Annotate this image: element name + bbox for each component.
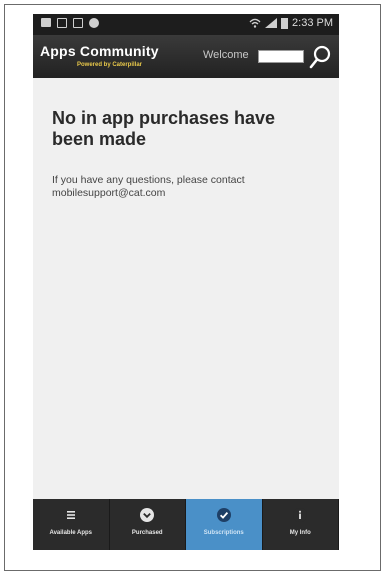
wifi-icon [249, 18, 261, 28]
screenshot-icon [57, 18, 67, 28]
check-icon [216, 508, 231, 522]
page-title: No in app purchases have been made [52, 108, 276, 149]
list-icon [66, 511, 75, 519]
status-time: 2:33 PM [292, 17, 333, 29]
app-header: Apps Community Powered by Caterpillar We… [33, 35, 339, 79]
system-icons: 2:33 PM [249, 17, 333, 29]
chevron-down-icon [140, 508, 155, 522]
tab-label: Available Apps [49, 530, 93, 536]
gallery-icon [73, 18, 83, 28]
tab-my-info[interactable]: My Info [263, 499, 339, 550]
mail-icon [41, 18, 51, 27]
phone-screen: 2:33 PM Apps Community Powered by Caterp… [33, 14, 339, 550]
bottom-nav: Available Apps Purchased Subscriptions M… [33, 499, 339, 550]
tab-subscriptions[interactable]: Subscriptions [186, 499, 263, 550]
tab-label: Subscriptions [203, 530, 244, 536]
tab-label: My Info [289, 530, 311, 536]
tab-available-apps[interactable]: Available Apps [33, 499, 110, 550]
search-icon[interactable] [308, 44, 332, 70]
notification-icons [41, 18, 99, 28]
sync-icon [89, 18, 99, 28]
tab-purchased[interactable]: Purchased [110, 499, 186, 550]
info-icon [293, 508, 308, 522]
app-subtitle: Powered by Caterpillar [77, 62, 143, 68]
app-title: Apps Community [40, 43, 159, 59]
signal-icon [265, 18, 278, 28]
main-content: No in app purchases have been made If yo… [33, 78, 339, 499]
status-bar: 2:33 PM [33, 14, 339, 35]
battery-icon [281, 17, 289, 29]
support-message: If you have any questions, please contac… [52, 174, 245, 199]
welcome-label: Welcome [203, 49, 249, 61]
tab-label: Purchased [131, 530, 163, 536]
username-box [258, 50, 304, 63]
